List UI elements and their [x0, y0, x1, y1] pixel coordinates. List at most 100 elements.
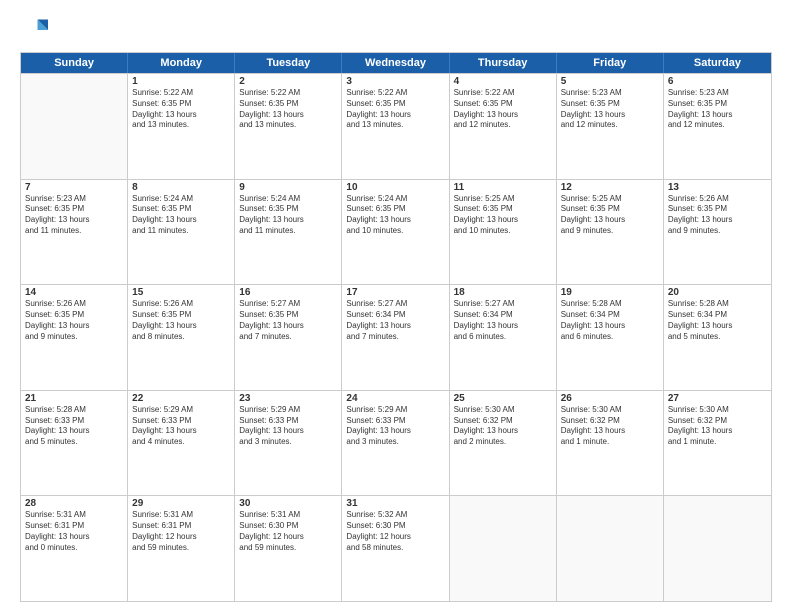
cell-line: Daylight: 13 hours [132, 110, 230, 121]
cell-line: and 8 minutes. [132, 332, 230, 343]
cell-line: and 6 minutes. [561, 332, 659, 343]
cell-line: Sunrise: 5:30 AM [454, 405, 552, 416]
calendar-header-cell: Friday [557, 53, 664, 73]
cell-line: and 59 minutes. [132, 543, 230, 554]
cell-line: Sunrise: 5:28 AM [25, 405, 123, 416]
calendar-cell: 3Sunrise: 5:22 AMSunset: 6:35 PMDaylight… [342, 74, 449, 179]
cell-line: and 11 minutes. [132, 226, 230, 237]
cell-line: and 11 minutes. [25, 226, 123, 237]
cell-line: Sunrise: 5:31 AM [132, 510, 230, 521]
day-number: 12 [561, 182, 659, 193]
cell-line: Sunset: 6:34 PM [668, 310, 767, 321]
cell-line: Sunset: 6:31 PM [25, 521, 123, 532]
calendar-cell [557, 496, 664, 601]
cell-line: Sunrise: 5:22 AM [239, 88, 337, 99]
cell-line: Sunset: 6:35 PM [668, 204, 767, 215]
day-number: 27 [668, 393, 767, 404]
day-number: 8 [132, 182, 230, 193]
cell-line: Sunset: 6:32 PM [668, 416, 767, 427]
cell-line: Sunrise: 5:22 AM [454, 88, 552, 99]
calendar-cell: 31Sunrise: 5:32 AMSunset: 6:30 PMDayligh… [342, 496, 449, 601]
cell-line: and 1 minute. [561, 437, 659, 448]
cell-line: Sunrise: 5:28 AM [668, 299, 767, 310]
cell-line: Daylight: 13 hours [561, 110, 659, 121]
calendar-row: 28Sunrise: 5:31 AMSunset: 6:31 PMDayligh… [21, 495, 771, 601]
cell-line: Daylight: 13 hours [239, 426, 337, 437]
cell-line: Daylight: 13 hours [239, 110, 337, 121]
day-number: 29 [132, 498, 230, 509]
calendar-row: 14Sunrise: 5:26 AMSunset: 6:35 PMDayligh… [21, 284, 771, 390]
cell-line: Sunrise: 5:25 AM [561, 194, 659, 205]
calendar-header-cell: Sunday [21, 53, 128, 73]
calendar-header-cell: Tuesday [235, 53, 342, 73]
calendar-cell [450, 496, 557, 601]
calendar-cell: 26Sunrise: 5:30 AMSunset: 6:32 PMDayligh… [557, 391, 664, 496]
calendar: SundayMondayTuesdayWednesdayThursdayFrid… [20, 52, 772, 602]
calendar-cell: 18Sunrise: 5:27 AMSunset: 6:34 PMDayligh… [450, 285, 557, 390]
cell-line: and 13 minutes. [346, 120, 444, 131]
calendar-cell: 17Sunrise: 5:27 AMSunset: 6:34 PMDayligh… [342, 285, 449, 390]
calendar-cell: 5Sunrise: 5:23 AMSunset: 6:35 PMDaylight… [557, 74, 664, 179]
cell-line: Sunrise: 5:30 AM [668, 405, 767, 416]
cell-line: Sunrise: 5:32 AM [346, 510, 444, 521]
cell-line: and 12 minutes. [561, 120, 659, 131]
calendar-cell: 15Sunrise: 5:26 AMSunset: 6:35 PMDayligh… [128, 285, 235, 390]
calendar-cell: 27Sunrise: 5:30 AMSunset: 6:32 PMDayligh… [664, 391, 771, 496]
calendar-header-cell: Thursday [450, 53, 557, 73]
logo-icon [20, 16, 48, 44]
calendar-row: 1Sunrise: 5:22 AMSunset: 6:35 PMDaylight… [21, 73, 771, 179]
cell-line: and 5 minutes. [668, 332, 767, 343]
cell-line: Sunrise: 5:23 AM [561, 88, 659, 99]
cell-line: and 10 minutes. [454, 226, 552, 237]
cell-line: Sunrise: 5:26 AM [25, 299, 123, 310]
day-number: 20 [668, 287, 767, 298]
header [20, 16, 772, 44]
cell-line: Daylight: 13 hours [25, 532, 123, 543]
day-number: 23 [239, 393, 337, 404]
cell-line: Daylight: 13 hours [454, 110, 552, 121]
day-number: 5 [561, 76, 659, 87]
cell-line: Daylight: 13 hours [668, 110, 767, 121]
calendar-cell: 1Sunrise: 5:22 AMSunset: 6:35 PMDaylight… [128, 74, 235, 179]
cell-line: Sunrise: 5:29 AM [239, 405, 337, 416]
day-number: 18 [454, 287, 552, 298]
day-number: 28 [25, 498, 123, 509]
cell-line: Sunset: 6:30 PM [239, 521, 337, 532]
cell-line: Sunrise: 5:29 AM [132, 405, 230, 416]
cell-line: Sunset: 6:32 PM [561, 416, 659, 427]
calendar-cell: 16Sunrise: 5:27 AMSunset: 6:35 PMDayligh… [235, 285, 342, 390]
day-number: 13 [668, 182, 767, 193]
cell-line: Daylight: 13 hours [25, 426, 123, 437]
day-number: 30 [239, 498, 337, 509]
day-number: 15 [132, 287, 230, 298]
cell-line: and 1 minute. [668, 437, 767, 448]
day-number: 26 [561, 393, 659, 404]
day-number: 22 [132, 393, 230, 404]
day-number: 14 [25, 287, 123, 298]
cell-line: Sunset: 6:35 PM [132, 99, 230, 110]
calendar-header-cell: Saturday [664, 53, 771, 73]
calendar-cell: 2Sunrise: 5:22 AMSunset: 6:35 PMDaylight… [235, 74, 342, 179]
cell-line: Sunset: 6:35 PM [346, 99, 444, 110]
cell-line: Daylight: 12 hours [346, 532, 444, 543]
cell-line: Daylight: 13 hours [454, 321, 552, 332]
cell-line: and 58 minutes. [346, 543, 444, 554]
calendar-row: 21Sunrise: 5:28 AMSunset: 6:33 PMDayligh… [21, 390, 771, 496]
cell-line: Sunrise: 5:30 AM [561, 405, 659, 416]
cell-line: and 59 minutes. [239, 543, 337, 554]
cell-line: Daylight: 13 hours [239, 215, 337, 226]
cell-line: Sunrise: 5:24 AM [239, 194, 337, 205]
calendar-cell: 29Sunrise: 5:31 AMSunset: 6:31 PMDayligh… [128, 496, 235, 601]
cell-line: Sunrise: 5:31 AM [25, 510, 123, 521]
cell-line: Daylight: 13 hours [239, 321, 337, 332]
calendar-cell: 14Sunrise: 5:26 AMSunset: 6:35 PMDayligh… [21, 285, 128, 390]
cell-line: Daylight: 13 hours [561, 215, 659, 226]
day-number: 24 [346, 393, 444, 404]
calendar-cell: 9Sunrise: 5:24 AMSunset: 6:35 PMDaylight… [235, 180, 342, 285]
calendar-cell: 28Sunrise: 5:31 AMSunset: 6:31 PMDayligh… [21, 496, 128, 601]
cell-line: Sunrise: 5:24 AM [132, 194, 230, 205]
cell-line: Sunset: 6:34 PM [561, 310, 659, 321]
logo [20, 16, 52, 44]
cell-line: Daylight: 13 hours [346, 110, 444, 121]
cell-line: Sunset: 6:33 PM [132, 416, 230, 427]
